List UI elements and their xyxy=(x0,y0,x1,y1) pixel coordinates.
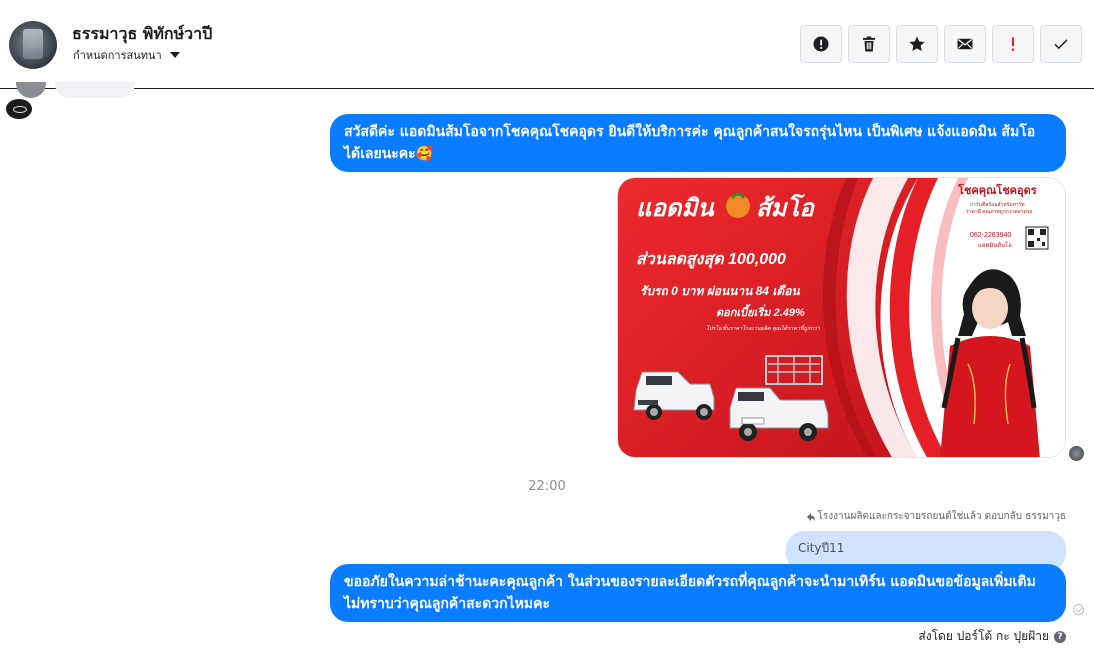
contact-avatar[interactable] xyxy=(9,21,57,69)
assign-conversation-dropdown[interactable]: กำหนดการสนทนา xyxy=(73,46,180,64)
star-icon xyxy=(909,36,925,52)
promo-fine-print: โปรโมชั่นราคาโรงงานผลิต คุณได้ราคาที่ถูก… xyxy=(706,324,821,332)
mark-unread-button[interactable] xyxy=(944,25,986,63)
sent-check-icon xyxy=(1073,604,1084,615)
dealer-phone: 062-2263940 xyxy=(970,232,1011,239)
promo-title-left: แอดมิน xyxy=(636,195,715,222)
apology-message[interactable]: ขออภัยในความล่าช้านะคะคุณลูกค้า ในส่วนขอ… xyxy=(330,564,1066,622)
promo-down: รับรถ 0 บาท ผ่อนนาน 84 เดือน xyxy=(640,284,800,298)
page-avatar xyxy=(6,99,32,119)
sent-by-text: ส่งโดย ปอร์โต้ กะ ปุยฝ้าย xyxy=(918,629,1049,643)
dealer-admin: แอดมินส้มโอ xyxy=(978,241,1012,249)
envelope-icon xyxy=(957,38,973,50)
dealer-sub: การันตีพร้อมสำหรับพาร์ท xyxy=(970,201,1025,208)
reply-arrow-icon xyxy=(806,512,815,521)
conversation-toolbar xyxy=(800,25,1082,63)
prior-message-bubble xyxy=(55,82,135,98)
dealer-name: โชคคุณโชคอุดร xyxy=(957,183,1037,198)
prior-sender-avatar xyxy=(16,82,46,98)
contact-name[interactable]: ธรรมาวุธ พิทักษ์วาปี xyxy=(72,22,212,47)
seen-avatar xyxy=(1069,446,1084,461)
promo-interest: ดอกเบี้ยเริ่ม 2.49% xyxy=(716,304,805,319)
reply-note-text: โรงงานผลิตและกระจายรถยนต์ใช่แล้ว ตอบกลับ… xyxy=(817,511,1067,522)
caret-down-icon xyxy=(169,52,180,58)
help-icon[interactable]: ? xyxy=(1054,630,1066,643)
reply-note: โรงงานผลิตและกระจายรถยนต์ใช่แล้ว ตอบกลับ… xyxy=(806,509,1067,524)
follow-up-button[interactable] xyxy=(992,25,1034,63)
sent-by-line: ส่งโดย ปอร์โต้ กะ ปุยฝ้าย ? xyxy=(918,627,1066,646)
done-button[interactable] xyxy=(1040,25,1082,63)
spam-button[interactable] xyxy=(800,25,842,63)
check-icon xyxy=(1054,39,1068,50)
message-timestamp: 22:00 xyxy=(528,479,566,494)
exclamation-icon xyxy=(1011,37,1015,51)
promo-title-right: ส้มโอ xyxy=(756,193,815,222)
delete-button[interactable] xyxy=(848,25,890,63)
star-button[interactable] xyxy=(896,25,938,63)
alert-circle-icon xyxy=(813,36,829,52)
dealer-sub2: ราคาดี คุณภาพถูกกว่าตลาดรถ xyxy=(966,208,1032,215)
assign-label: กำหนดการสนทนา xyxy=(73,49,162,62)
promo-image: แอดมิน ส้มโอ ส่วนลดสูงสุด 100,000 รับรถ … xyxy=(618,178,1065,457)
promo-image-attachment[interactable]: แอดมิน ส้มโอ ส่วนลดสูงสุด 100,000 รับรถ … xyxy=(617,177,1066,458)
conversation-header: ธรรมาวุธ พิทักษ์วาปี กำหนดการสนทนา xyxy=(0,0,1094,89)
greeting-message[interactable]: สวัสดีค่ะ แอดมินส้มโอจากโชคคุณโชคอุดร ยิ… xyxy=(330,114,1066,172)
promo-discount: ส่วนลดสูงสุด 100,000 xyxy=(636,251,786,269)
orange-icon xyxy=(726,194,750,218)
trash-icon xyxy=(863,36,875,52)
qr-code-icon xyxy=(1025,226,1049,250)
